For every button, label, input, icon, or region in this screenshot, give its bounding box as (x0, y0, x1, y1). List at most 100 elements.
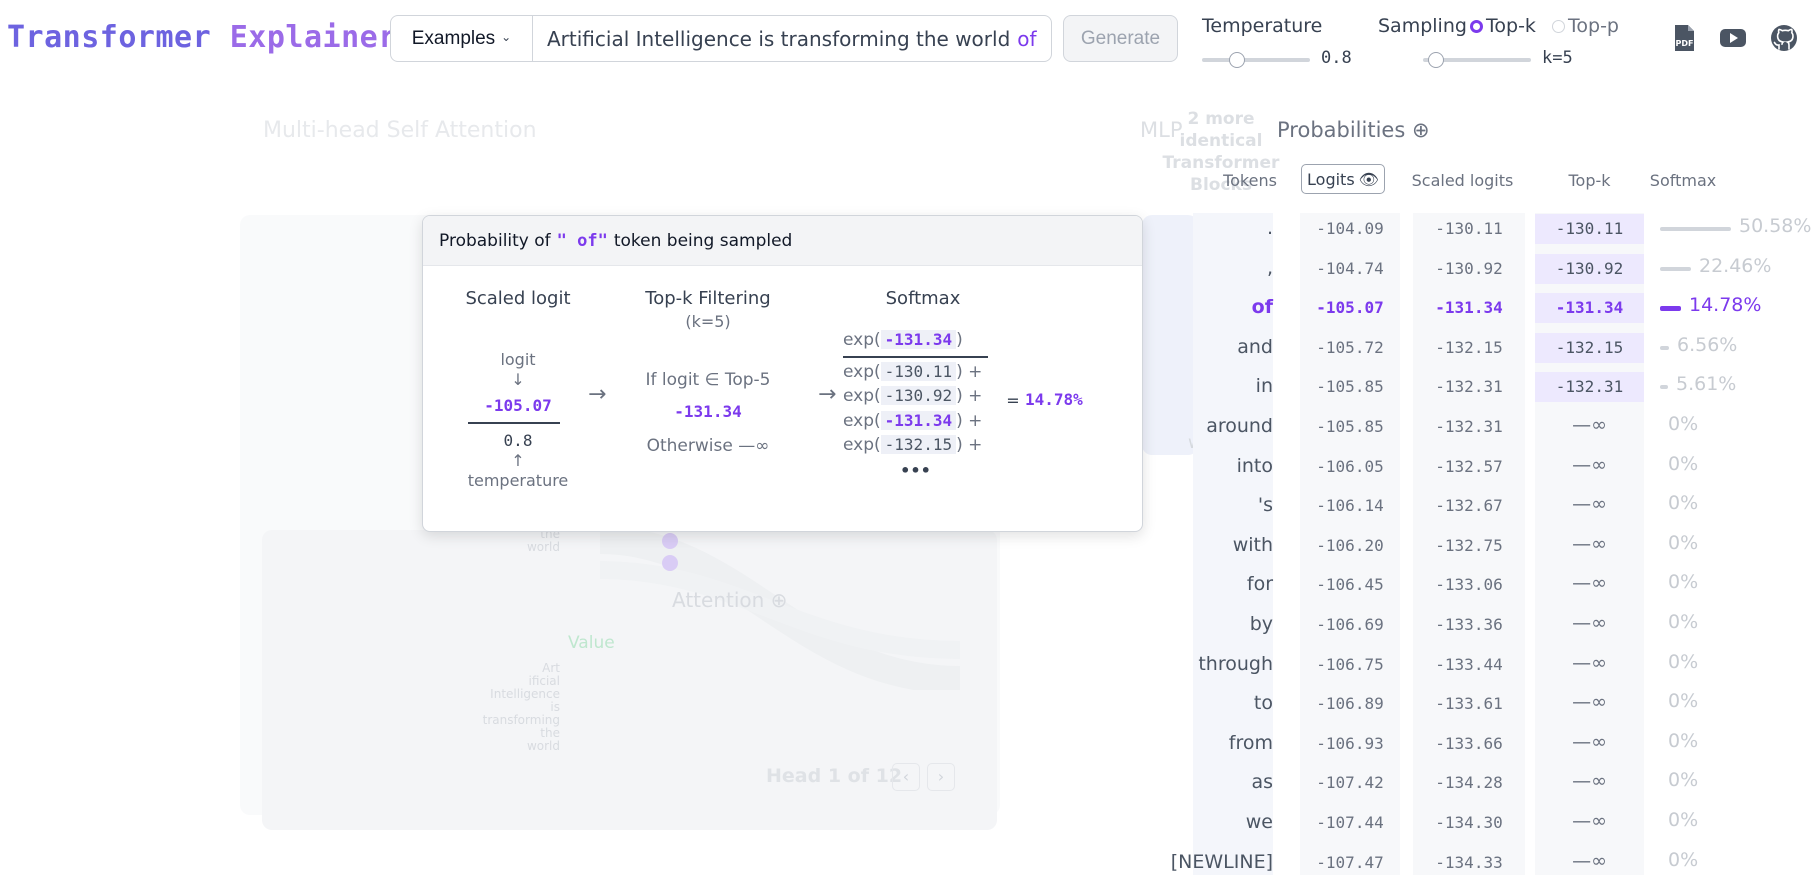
fraction-line (468, 422, 560, 424)
faded-word: world (526, 540, 560, 554)
up-arrow-icon: ↑ (511, 451, 525, 470)
topk-neg-inf: —∞ (1572, 572, 1607, 594)
scaled-logit-cell: -134.33 (1435, 853, 1503, 872)
token-cell[interactable]: . (1170, 217, 1273, 239)
temperature-denominator: 0.8 (503, 431, 533, 450)
softmax-bar (1660, 267, 1691, 271)
token-cell[interactable]: , (1170, 257, 1273, 279)
topk-cell: -132.15 (1555, 338, 1624, 357)
topk-cell: -131.34 (1555, 298, 1624, 317)
scaled-logit-cell: -131.34 (1435, 298, 1503, 317)
logit-cell: -106.20 (1316, 536, 1384, 555)
top-k-slider[interactable] (1423, 52, 1531, 68)
github-icon[interactable] (1768, 22, 1800, 54)
token-cell[interactable]: [NEWLINE] (1170, 851, 1273, 873)
softmax-value: 0% (1668, 413, 1699, 435)
softmax-bar (1660, 346, 1669, 350)
softmax-value: 0% (1668, 492, 1699, 514)
radio-top-k-label: Top-k (1486, 15, 1536, 37)
token-cell[interactable]: as (1170, 771, 1273, 793)
prompt-input[interactable]: Artificial Intelligence is transforming … (533, 16, 1051, 61)
softmax-denom-term: exp(-130.11) + (843, 362, 983, 382)
topk-filter-title: Top-k Filtering (645, 288, 771, 309)
youtube-icon[interactable] (1717, 22, 1749, 54)
logit-label: logit (500, 350, 536, 369)
pdf-icon[interactable]: PDF (1668, 22, 1700, 54)
logit-cell: -107.47 (1316, 853, 1384, 872)
app-logo[interactable]: Transformer Explainer (7, 18, 397, 58)
token-cell[interactable]: and (1170, 336, 1273, 358)
logit-cell: -104.74 (1316, 259, 1384, 278)
tooltip-body: Scaled logit logit ↓ -105.07 0.8 ↑ tempe… (423, 266, 1142, 531)
scaled-logit-cell: -132.57 (1435, 457, 1503, 476)
softmax-denom-term: exp(-132.15) + (843, 435, 983, 455)
token-cell[interactable]: around (1170, 415, 1273, 437)
token-cell[interactable]: of (1170, 296, 1273, 318)
faded-input-words-value: Art ificial Intelligence is transforming the w… (460, 662, 560, 753)
probabilities-title-text: Probabilities (1277, 118, 1406, 142)
softmax-value: 0% (1668, 571, 1699, 593)
softmax-value: 0% (1668, 453, 1699, 475)
examples-dropdown[interactable]: Examples ⌄ (391, 16, 533, 61)
radio-top-p-dot (1552, 19, 1565, 33)
softmax-value: 50.58% (1739, 215, 1812, 237)
softmax-fraction-line (843, 356, 988, 358)
token-cell[interactable]: to (1170, 692, 1273, 714)
softmax-result: 14.78% (1025, 390, 1083, 409)
token-cell[interactable]: by (1170, 613, 1273, 635)
logit-cell: -106.45 (1316, 575, 1384, 594)
softmax-value: 0% (1668, 651, 1699, 673)
softmax-value: 6.56% (1677, 334, 1738, 356)
prev-head-button[interactable]: ‹ (892, 763, 920, 791)
logit-cell: -106.69 (1316, 615, 1384, 634)
topk-neg-inf: —∞ (1572, 850, 1607, 872)
scaled-logit-cell: -132.31 (1435, 417, 1503, 436)
scaled-logit-cell: -130.11 (1435, 219, 1503, 238)
topk-neg-inf: —∞ (1572, 770, 1607, 792)
softmax-denom-term: exp(-131.34) + (843, 411, 983, 431)
attention-label-text: Attention (672, 588, 765, 612)
logits-toggle-label: Logits (1307, 169, 1355, 189)
token-cell[interactable]: with (1170, 534, 1273, 556)
numerator-value: -131.34 (880, 330, 957, 349)
topk-cell: -132.31 (1555, 377, 1624, 396)
radio-top-k[interactable]: Top-k (1470, 15, 1536, 37)
temperature-slider-thumb[interactable] (1228, 52, 1245, 68)
examples-label: Examples (411, 27, 496, 49)
denom-value: -130.92 (880, 386, 957, 405)
k-value: k=5 (1542, 48, 1573, 68)
softmax-bar (1660, 306, 1681, 311)
scaled-logit-title: Scaled logit (465, 288, 571, 309)
token-cell[interactable]: in (1170, 375, 1273, 397)
predicted-token: of (1017, 26, 1037, 51)
token-cell[interactable]: through (1170, 653, 1273, 675)
logit-cell: -106.05 (1316, 457, 1384, 476)
denom-value: -130.11 (880, 362, 957, 381)
scaled-logit-cell: -132.75 (1435, 536, 1503, 555)
logit-cell: -106.14 (1316, 496, 1384, 515)
token-cell[interactable]: we (1170, 811, 1273, 833)
token-cell[interactable]: 's (1170, 494, 1273, 516)
next-head-button[interactable]: › (927, 763, 955, 791)
token-cell[interactable]: from (1170, 732, 1273, 754)
top-k-slider-thumb[interactable] (1427, 52, 1444, 68)
tooltip-header: Probability of " of" token being sampled (423, 216, 1142, 266)
scaled-logit-cell: -133.44 (1435, 655, 1503, 674)
softmax-value: 0% (1668, 809, 1699, 831)
sampling-label: Sampling (1378, 15, 1467, 37)
temperature-value: 0.8 (1321, 48, 1352, 68)
zoom-in-icon[interactable]: ⊕ (1412, 118, 1430, 142)
radio-top-p[interactable]: Top-p (1552, 15, 1619, 37)
logit-cell: -105.72 (1316, 338, 1384, 357)
logit-cell: -106.89 (1316, 694, 1384, 713)
logit-cell: -105.07 (1316, 298, 1384, 317)
topk-neg-inf: —∞ (1572, 810, 1607, 832)
tooltip-title-prefix: Probability of (439, 230, 551, 251)
logit-cell: -105.85 (1316, 377, 1384, 396)
token-cell[interactable]: for (1170, 573, 1273, 595)
softmax-value: 0% (1668, 690, 1699, 712)
token-cell[interactable]: into (1170, 455, 1273, 477)
generate-button[interactable]: Generate (1063, 15, 1178, 62)
temperature-slider[interactable] (1202, 52, 1310, 68)
logits-toggle-button[interactable]: Logits 👁 (1301, 164, 1385, 194)
